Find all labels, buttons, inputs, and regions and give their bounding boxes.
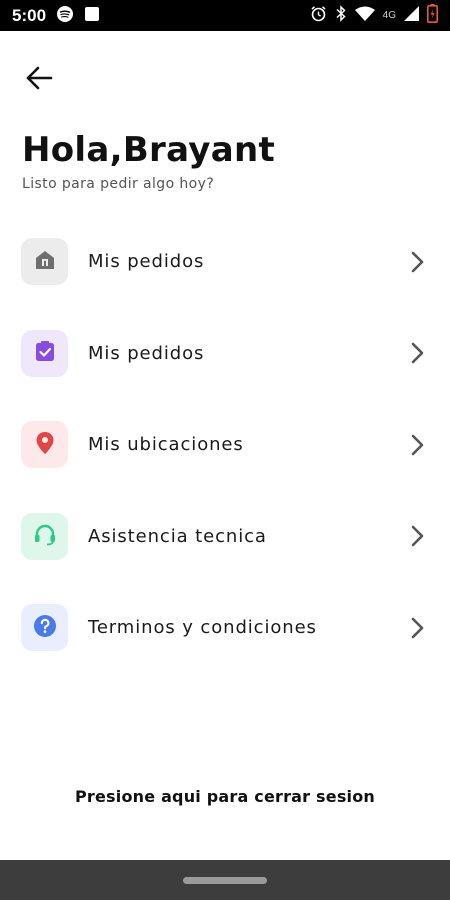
menu-item-terminos-condiciones[interactable]: Terminos y condiciones <box>0 582 450 674</box>
menu-item-label: Asistencia tecnica <box>88 525 267 547</box>
battery-icon <box>427 4 438 27</box>
headset-icon <box>33 522 57 550</box>
wifi-icon <box>354 6 375 26</box>
logout-link[interactable]: Presione aqui para cerrar sesion <box>0 787 450 806</box>
help-circle-icon <box>33 614 57 642</box>
page-title: Hola,Brayant <box>22 130 276 170</box>
network-type: 4G <box>382 10 396 21</box>
spotify-icon <box>56 5 74 27</box>
menu-item-mis-ubicaciones[interactable]: Mis ubicaciones <box>0 399 450 491</box>
status-bar: 5:00 4G <box>0 0 450 31</box>
menu-item-label: Terminos y condiciones <box>88 617 317 639</box>
menu-icon-box <box>21 604 68 652</box>
subtitle: Listo para pedir algo hoy? <box>22 176 215 192</box>
menu-item-label: Mis pedidos <box>88 342 205 364</box>
store-icon <box>34 249 56 275</box>
signal-icon <box>404 6 419 25</box>
arrow-left-icon <box>25 65 53 95</box>
clipboard-check-icon <box>34 340 56 366</box>
status-left: 5:00 <box>12 5 100 27</box>
location-pin-icon <box>35 431 55 459</box>
menu-icon-box <box>21 329 68 377</box>
menu-item-label: Mis pedidos <box>88 251 205 273</box>
menu-item-asistencia-tecnica[interactable]: Asistencia tecnica <box>0 491 450 583</box>
chevron-right-icon <box>406 341 428 365</box>
menu-item-mis-pedidos-2[interactable]: Mis pedidos <box>0 308 450 400</box>
chevron-right-icon <box>406 250 428 274</box>
chevron-right-icon <box>406 616 428 640</box>
back-button[interactable] <box>18 60 60 100</box>
bluetooth-icon <box>335 5 347 26</box>
menu-icon-box <box>21 238 68 286</box>
chevron-right-icon <box>406 524 428 548</box>
menu-item-mis-pedidos[interactable]: Mis pedidos <box>0 216 450 308</box>
alarm-icon <box>310 5 327 26</box>
status-right: 4G <box>310 4 438 27</box>
notification-square-icon <box>84 6 100 26</box>
menu-icon-box <box>21 512 68 560</box>
home-gesture-handle[interactable] <box>183 876 267 884</box>
system-nav-bar <box>0 860 450 900</box>
chevron-right-icon <box>406 433 428 457</box>
menu-icon-box <box>21 421 68 469</box>
menu-item-label: Mis ubicaciones <box>88 434 244 456</box>
status-time: 5:00 <box>12 5 47 25</box>
menu-list: Mis pedidos Mis pedidos Mis ubicaciones <box>0 216 450 674</box>
